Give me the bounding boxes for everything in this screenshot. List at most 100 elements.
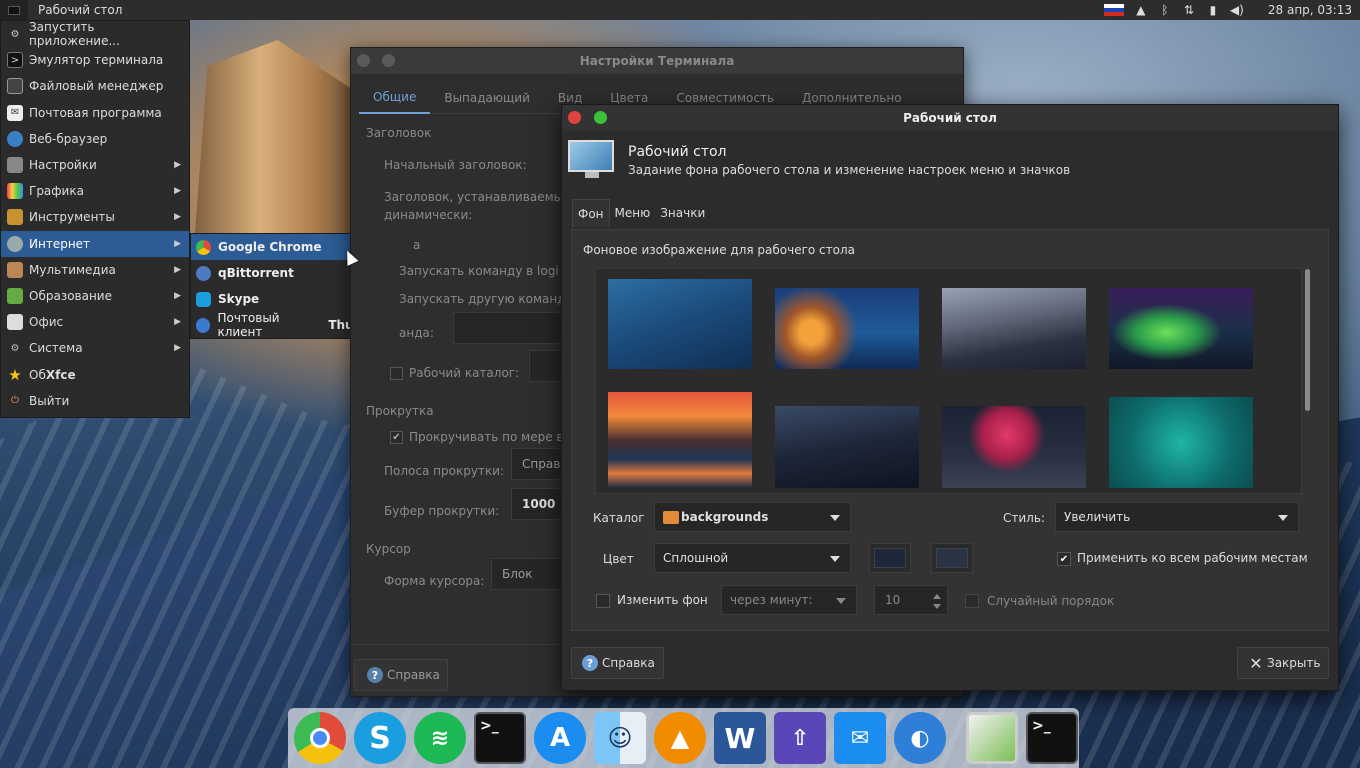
tab-dropdown[interactable]: Выпадающий xyxy=(430,82,544,114)
menu-item-run-app[interactable]: ⚙ Запустить приложение... xyxy=(1,20,189,48)
apply-all-label: Применить ко всем рабочим местам xyxy=(1077,551,1308,565)
menu-item-settings[interactable]: Настройки ▶ xyxy=(1,152,189,178)
wallpaper-thumb-desert-dunes[interactable] xyxy=(942,288,1086,369)
menu-item-logout[interactable]: ⏻ Выйти xyxy=(1,388,189,414)
random-order-checkbox[interactable] xyxy=(965,594,979,608)
change-bg-checkbox[interactable] xyxy=(596,594,610,608)
desktop-settings-icon[interactable] xyxy=(966,712,1018,764)
menu-item-office[interactable]: Офис ▶ xyxy=(1,309,189,335)
style-select[interactable]: Увеличить xyxy=(1055,502,1299,532)
maximize-dot-icon[interactable] xyxy=(594,111,607,124)
volume-icon[interactable]: ◀) xyxy=(1230,3,1244,17)
primary-color-button[interactable] xyxy=(869,543,911,573)
submenu-arrow-icon: ▶ xyxy=(174,160,181,171)
unknown-app-icon[interactable]: ⇧ xyxy=(774,712,826,764)
menu-item-terminal[interactable]: > Эмулятор терминала xyxy=(1,47,189,73)
tab-general[interactable]: Общие xyxy=(359,82,431,114)
bluetooth-icon[interactable]: ᛒ xyxy=(1158,3,1172,17)
workdir-checkbox[interactable] xyxy=(390,367,403,380)
logout-icon: ⏻ xyxy=(11,395,19,407)
gears-icon: ⚙ xyxy=(10,28,20,40)
menu-item-internet[interactable]: Интернет ▶ xyxy=(1,230,189,257)
menu-item-file-manager[interactable]: Файловый менеджер xyxy=(1,73,189,99)
mail-icon: ✉ xyxy=(7,104,23,121)
wallpaper-thumb-teal-circle[interactable] xyxy=(1109,397,1253,488)
terminal-icon[interactable]: >_ xyxy=(474,712,526,764)
word-icon[interactable]: W xyxy=(714,712,766,764)
wallpaper-grid-scrollbar[interactable] xyxy=(1305,269,1310,411)
desktop-help-button[interactable]: ? Справка xyxy=(571,647,664,679)
clock[interactable]: 28 апр, 03:13 xyxy=(1268,3,1352,17)
wallpaper-thumb-pink-tree[interactable] xyxy=(942,406,1086,488)
background-image-label: Фоновое изображение для рабочего стола xyxy=(583,243,855,257)
mail-bird-icon[interactable]: ✉ xyxy=(834,712,886,764)
cursor-shape-select[interactable]: Блок xyxy=(491,558,571,590)
wallpaper-thumb-aurora-blue[interactable] xyxy=(608,279,752,369)
finder-icon[interactable]: ☺ xyxy=(594,712,646,764)
spotify-icon[interactable]: ≋ xyxy=(414,712,466,764)
apply-all-checkbox[interactable]: ✔ xyxy=(1057,552,1071,566)
color-mode-select[interactable]: Сплошной xyxy=(654,543,851,573)
catalog-select[interactable]: backgrounds xyxy=(654,502,851,532)
interval-spinner[interactable]: 10 xyxy=(874,585,948,615)
spin-down-icon[interactable] xyxy=(933,604,941,609)
graphics-icon xyxy=(7,183,23,200)
terminal-settings-titlebar[interactable]: Настройки Терминала xyxy=(351,48,963,74)
wallpaper-thumb-starry-sky[interactable] xyxy=(775,406,919,488)
menu-item-system[interactable]: ⚙ Система ▶ xyxy=(1,335,189,361)
vlc-icon[interactable]: ▲ xyxy=(654,712,706,764)
wallpaper-thumb-coastal-town[interactable] xyxy=(775,288,919,369)
close-dot-icon[interactable] xyxy=(568,111,581,124)
menu-item-mail[interactable]: ✉ Почтовая программа xyxy=(1,100,189,126)
show-desktop-button[interactable] xyxy=(0,0,28,20)
color-label: Цвет xyxy=(603,552,634,566)
folder-icon xyxy=(7,78,23,95)
ru-flag-icon[interactable] xyxy=(1103,4,1124,16)
catalog-label: Каталог xyxy=(593,511,645,525)
battery-icon[interactable]: ▮ xyxy=(1206,3,1220,17)
interval-select[interactable]: через минут: xyxy=(721,585,857,615)
network-icon[interactable]: ⇅ xyxy=(1182,3,1196,17)
desktop-close-button[interactable]: ✕ Закрыть xyxy=(1237,647,1329,679)
monitor-icon xyxy=(568,140,616,180)
close-dot-icon[interactable] xyxy=(357,54,370,67)
cursor-shape-label: Форма курсора: xyxy=(384,574,485,588)
terminal-help-button[interactable]: ? Справка xyxy=(354,659,448,691)
bell-icon[interactable]: ▲ xyxy=(1134,3,1148,17)
tab-icons[interactable]: Значки xyxy=(655,199,710,227)
tab-menu[interactable]: Меню xyxy=(610,199,656,227)
buffer-label: Буфер прокрутки: xyxy=(384,504,500,518)
workdir-label: Рабочий каталог: xyxy=(409,366,520,380)
menu-item-about-xfce[interactable]: ★ Об Xfce xyxy=(1,361,189,387)
active-window-title[interactable]: Рабочий стол xyxy=(28,3,122,17)
settings-icon xyxy=(7,157,23,174)
office-icon xyxy=(7,314,23,331)
tab-background[interactable]: Фон xyxy=(572,199,610,227)
scroll-section: Прокрутка xyxy=(366,404,434,418)
dock: S ≋ >_ A ☺ ▲ W ⇧ ✉ ◐ >_ xyxy=(288,708,1079,768)
wallpaper-thumb-mountain-sunset[interactable] xyxy=(608,392,752,488)
change-bg-label: Изменить фон xyxy=(617,593,708,607)
menu-item-web-browser[interactable]: Веб-браузер xyxy=(1,126,189,152)
maximize-dot-icon[interactable] xyxy=(382,54,395,67)
spin-up-icon[interactable] xyxy=(933,594,941,599)
chrome-icon[interactable] xyxy=(294,712,346,764)
desktop-settings-titlebar[interactable]: Рабочий стол xyxy=(562,105,1338,131)
app-store-icon[interactable]: A xyxy=(534,712,586,764)
command-input[interactable] xyxy=(453,312,573,344)
menu-item-tools[interactable]: Инструменты ▶ xyxy=(1,204,189,230)
wallpaper-thumb-northern-lights[interactable] xyxy=(1109,288,1253,369)
skype-icon xyxy=(196,291,211,307)
secondary-color-button[interactable] xyxy=(931,543,973,573)
menu-item-multimedia[interactable]: Мультимедиа ▶ xyxy=(1,257,189,283)
terminal-icon-2[interactable]: >_ xyxy=(1026,712,1078,764)
eagle-icon[interactable]: ◐ xyxy=(894,712,946,764)
menu-item-education[interactable]: Образование ▶ xyxy=(1,283,189,309)
menu-item-graphics[interactable]: Графика ▶ xyxy=(1,178,189,204)
header-title: Рабочий стол xyxy=(628,143,727,160)
chevron-down-icon xyxy=(830,515,840,521)
scroll-on-output-checkbox[interactable]: ✔ xyxy=(390,431,403,444)
skype-icon[interactable]: S xyxy=(354,712,406,764)
initial-title-label: Начальный заголовок: xyxy=(384,158,527,172)
submenu-arrow-icon: ▶ xyxy=(174,343,181,354)
